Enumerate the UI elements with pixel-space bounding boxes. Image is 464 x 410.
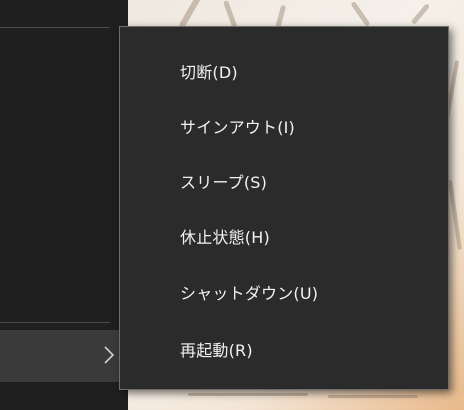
menu-item-sign-out[interactable]: サインアウト(I) <box>120 98 448 154</box>
menu-item-label: 休止状態(H) <box>180 228 270 247</box>
menu-item-disconnect[interactable]: 切断(D) <box>120 43 448 99</box>
menu-item-label: スリープ(S) <box>180 173 268 192</box>
power-button-row[interactable] <box>0 330 128 382</box>
menu-item-label: サインアウト(I) <box>180 118 296 137</box>
chevron-right-icon <box>104 346 115 364</box>
power-options-menu: 切断(D) サインアウト(I) スリープ(S) 休止状態(H) シャットダウン(… <box>119 26 449 390</box>
menu-item-hibernate[interactable]: 休止状態(H) <box>120 208 448 264</box>
start-menu-panel <box>0 0 128 410</box>
menu-item-label: 切断(D) <box>180 63 238 82</box>
start-menu-divider-top <box>0 27 110 28</box>
menu-item-label: シャットダウン(U) <box>180 284 319 303</box>
menu-item-shut-down[interactable]: シャットダウン(U) <box>120 264 448 320</box>
menu-item-sleep[interactable]: スリープ(S) <box>120 153 448 209</box>
menu-item-label: 再起動(R) <box>180 341 253 360</box>
start-menu-divider-bottom <box>0 322 110 323</box>
menu-item-restart[interactable]: 再起動(R) <box>120 321 448 377</box>
